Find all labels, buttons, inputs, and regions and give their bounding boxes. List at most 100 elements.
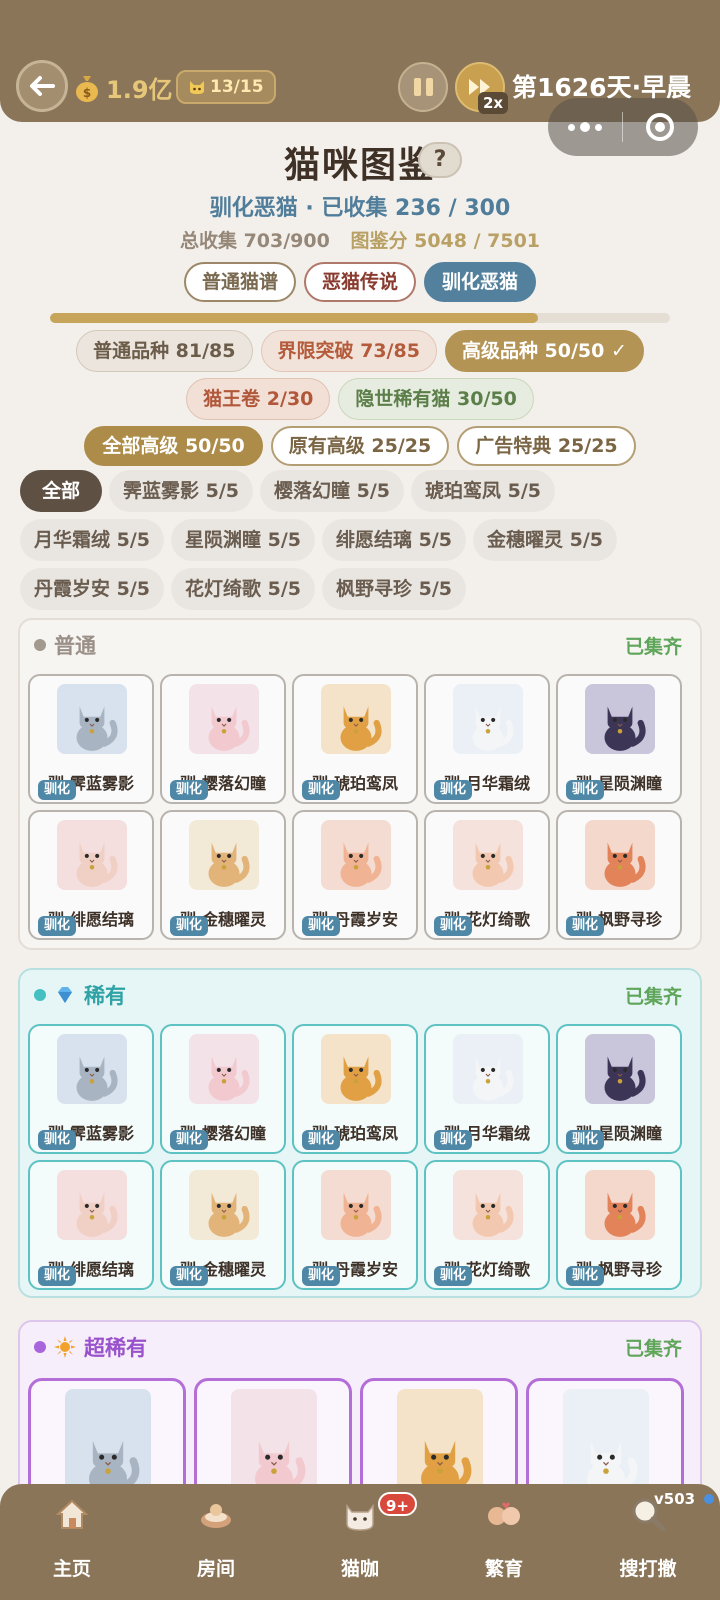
- series-filter[interactable]: 星陨渊瞳 5/5: [171, 519, 315, 561]
- nav-search-evac[interactable]: 搜打撤: [576, 1484, 720, 1600]
- cat-card[interactable]: 驯·花灯绮歌 驯化: [424, 810, 550, 940]
- total-collection: 总收集 703/900: [179, 230, 330, 252]
- nav-label: 搜打撤: [619, 1558, 677, 1580]
- nav-label: 房间: [196, 1558, 235, 1580]
- tamed-tag: 驯化: [170, 1130, 209, 1150]
- filter-ad-special[interactable]: 广告特典 25/25: [457, 426, 636, 466]
- series-filter[interactable]: 丹霞岁安 5/5: [20, 568, 164, 610]
- series-filter[interactable]: 琥珀鸾凤 5/5: [411, 470, 556, 512]
- cat-illustration: [604, 1056, 646, 1101]
- main-tabs: 普通猫谱 恶猫传说 驯化恶猫: [0, 262, 720, 302]
- money-display: $ 1.9亿: [74, 70, 173, 105]
- high-filter-row: 全部高级 50/50 原有高级 25/25 广告特典 25/25: [0, 426, 720, 466]
- tamed-tag: 驯化: [38, 780, 77, 800]
- chip-hidden-rare[interactable]: 隐世稀有猫 30/50: [338, 378, 534, 420]
- cat-card[interactable]: 驯·绯愿结璃 驯化: [28, 810, 154, 940]
- cat-illustration: [76, 706, 118, 751]
- cat-card[interactable]: 驯·琥珀鸾凤 驯化: [292, 1024, 418, 1154]
- cat-card[interactable]: 驯·霁蓝雾影 驯化: [28, 1024, 154, 1154]
- cat-portrait: [453, 1034, 523, 1104]
- speed-badge: 2x: [478, 92, 509, 114]
- tamed-tag: 驯化: [302, 1266, 341, 1286]
- series-filter[interactable]: 花灯绮歌 5/5: [171, 568, 315, 610]
- tab-evil-cat-legend[interactable]: 恶猫传说: [303, 262, 416, 302]
- cat-portrait: [189, 820, 259, 890]
- section-header: 稀有: [34, 980, 126, 1010]
- series-filter[interactable]: 霁蓝雾影 5/5: [109, 470, 254, 512]
- chip-normal-breed[interactable]: 普通品种 81/85: [76, 330, 253, 372]
- nav-room[interactable]: 房间: [144, 1484, 288, 1600]
- update-dot: [704, 1494, 714, 1504]
- rarity-dot: [34, 639, 46, 651]
- sun-icon: [54, 1336, 76, 1358]
- cat-card[interactable]: 驯·星陨渊瞳 驯化: [556, 674, 682, 804]
- cat-card[interactable]: 驯·霁蓝雾影 驯化: [28, 674, 154, 804]
- stats-line: 总收集 703/900 图鉴分 5048 / 7501: [0, 226, 720, 253]
- section-rare: 稀有 已集齐 驯·霁蓝雾影 驯化 驯·樱落幻瞳 驯化 驯·琥珀鸾凤 驯化 驯·月华霜绒 驯化驯…: [18, 968, 702, 1298]
- tamed-tag: 驯化: [434, 1130, 473, 1150]
- cat-card[interactable]: 驯·琥珀鸾凤 驯化: [292, 674, 418, 804]
- series-filter[interactable]: 绯愿结璃 5/5: [322, 519, 466, 561]
- cat-card[interactable]: 驯·绯愿结璃 驯化: [28, 1160, 154, 1290]
- cat-face-icon: [190, 81, 204, 94]
- pause-button[interactable]: [398, 62, 448, 112]
- chip-breakthrough[interactable]: 界限突破 73/85: [260, 330, 437, 372]
- section-header: 普通: [34, 630, 96, 660]
- chip-cat-king[interactable]: 猫王卷 2/30: [186, 378, 331, 420]
- series-filter[interactable]: 月华霜绒 5/5: [20, 519, 164, 561]
- section-label: 超稀有: [84, 1336, 147, 1360]
- tab-normal-codex[interactable]: 普通猫谱: [183, 262, 296, 302]
- nav-home[interactable]: 主页: [0, 1484, 144, 1600]
- cat-card[interactable]: 驯·丹霞岁安 驯化: [292, 810, 418, 940]
- cat-card-grid: 驯·霁蓝雾影 驯化 驯·樱落幻瞳 驯化 驯·琥珀鸾凤 驯化 驯·月华霜绒 驯化 驯·星陨渊瞳 驯化…: [28, 1024, 682, 1290]
- tamed-tag: 驯化: [302, 916, 341, 936]
- tamed-tag: 驯化: [566, 916, 605, 936]
- chip-high-breed[interactable]: 高级品种 50/50 ✓: [444, 330, 644, 372]
- money-bag-icon: $: [76, 75, 98, 102]
- series-filter[interactable]: 金穗曜灵 5/5: [473, 519, 617, 561]
- cat-cup-icon: [346, 1503, 374, 1531]
- cat-illustration: [340, 842, 382, 887]
- nav-breeding[interactable]: 繁育: [432, 1484, 576, 1600]
- cat-pair-icon: [488, 1502, 520, 1525]
- cat-card[interactable]: 驯·月华霜绒 驯化: [424, 1024, 550, 1154]
- cat-portrait: [65, 1389, 151, 1499]
- cat-portrait: [189, 1034, 259, 1104]
- notification-badge: 9+: [378, 1492, 418, 1516]
- cat-card[interactable]: 驯·金穗曜灵 驯化: [160, 810, 286, 940]
- tamed-tag: 驯化: [170, 780, 209, 800]
- cat-card[interactable]: 驯·月华霜绒 驯化: [424, 674, 550, 804]
- nav-cat-cafe[interactable]: 9+ 猫咖: [288, 1484, 432, 1600]
- series-filter[interactable]: 樱落幻瞳 5/5: [260, 470, 405, 512]
- cat-card[interactable]: 驯·枫野寻珍 驯化: [556, 810, 682, 940]
- cat-card[interactable]: 驯·金穗曜灵 驯化: [160, 1160, 286, 1290]
- cat-card[interactable]: 驯·星陨渊瞳 驯化: [556, 1024, 682, 1154]
- tab-tamed-evil-cat[interactable]: 驯化恶猫: [424, 262, 537, 302]
- collection-subtitle: 驯化恶猫 · 已收集 236 / 300: [209, 196, 511, 221]
- filter-all-high[interactable]: 全部高级 50/50: [84, 426, 263, 466]
- filter-original-high[interactable]: 原有高级 25/25: [270, 426, 450, 466]
- collection-progress-bar: [50, 313, 670, 323]
- tamed-tag: 驯化: [434, 1266, 473, 1286]
- cat-illustration: [76, 1056, 118, 1101]
- back-button[interactable]: [16, 60, 68, 112]
- tamed-tag: 驯化: [170, 916, 209, 936]
- arrow-left-icon: [30, 76, 55, 96]
- cat-card[interactable]: 驯·枫野寻珍 驯化: [556, 1160, 682, 1290]
- cat-portrait: [453, 820, 523, 890]
- series-filter[interactable]: 枫野寻珍 5/5: [322, 568, 466, 610]
- series-filter-all[interactable]: 全部: [20, 470, 103, 512]
- help-button[interactable]: ?: [418, 142, 462, 178]
- cat-card[interactable]: 驯·丹霞岁安 驯化: [292, 1160, 418, 1290]
- progress-fill: [50, 313, 538, 323]
- cat-card[interactable]: 驯·樱落幻瞳 驯化: [160, 674, 286, 804]
- cat-portrait: [397, 1389, 483, 1499]
- nav-label: 猫咖: [340, 1558, 379, 1580]
- section-label: 稀有: [84, 984, 126, 1008]
- cat-portrait: [231, 1389, 317, 1499]
- cat-card[interactable]: 驯·樱落幻瞳 驯化: [160, 1024, 286, 1154]
- section-status: 已集齐: [624, 1338, 682, 1360]
- cat-portrait: [57, 820, 127, 890]
- codex-score: 图鉴分 5048 / 7501: [350, 230, 541, 252]
- cat-card[interactable]: 驯·花灯绮歌 驯化: [424, 1160, 550, 1290]
